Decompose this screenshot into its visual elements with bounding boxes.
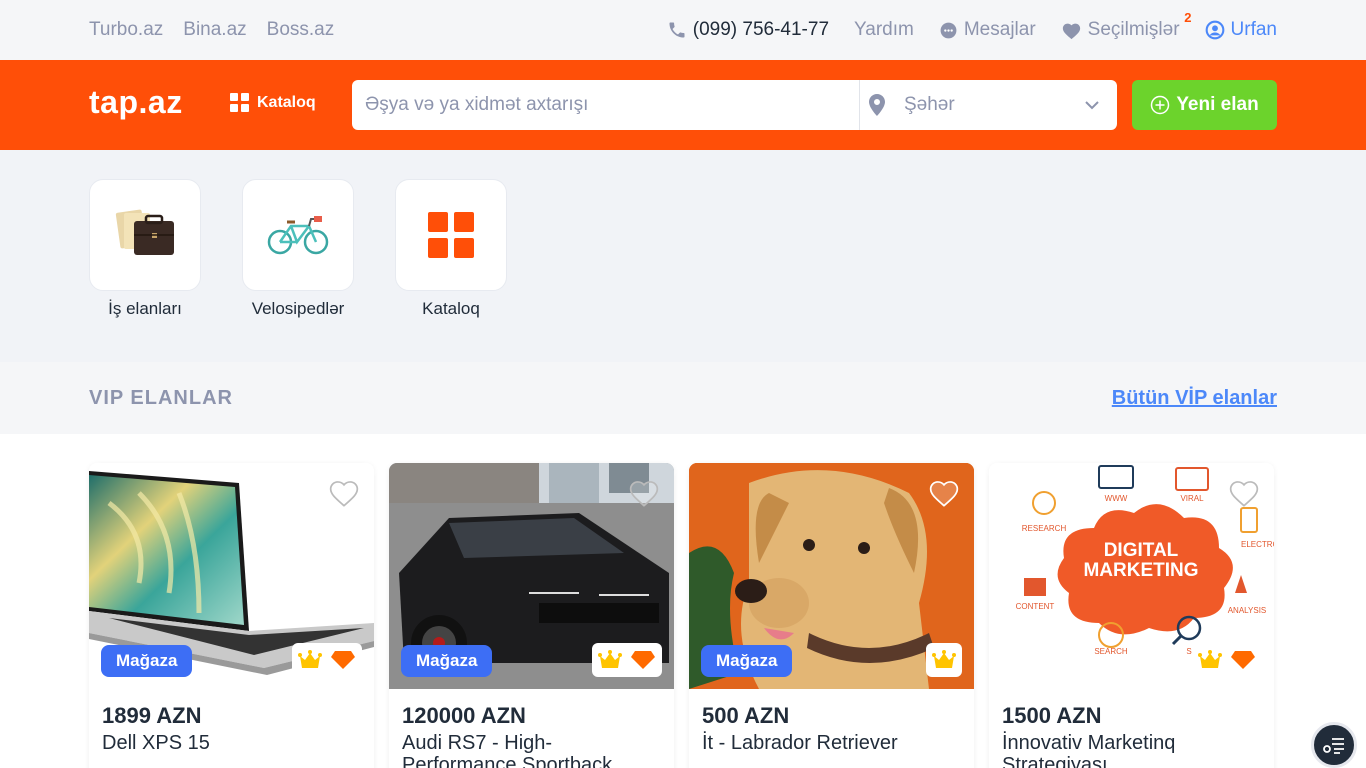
site-logo[interactable]: tap.az [89, 84, 183, 121]
listing-title: İt - Labrador Retriever [702, 732, 898, 754]
vip-listings: Mağaza 1899 AZN Dell XPS 15 Mağaza 12000… [89, 463, 1277, 768]
new-ad-button[interactable]: Yeni elan [1132, 80, 1277, 130]
category-bicycles[interactable]: Velosipedlər [242, 179, 354, 319]
category-label: Kataloq [422, 299, 480, 318]
city-select[interactable]: Şəhər [859, 80, 1117, 130]
favorite-heart-icon[interactable] [328, 478, 360, 508]
vip-title: VIP ELANLAR [89, 387, 233, 409]
shop-badge: Mağaza [101, 645, 193, 677]
vip-marks [592, 643, 662, 677]
link-boss[interactable]: Boss.az [267, 19, 335, 41]
help-label: Yardım [854, 19, 914, 40]
catalog-button[interactable]: Kataloq [230, 93, 316, 112]
filter-list-icon [1323, 738, 1344, 754]
listing-image: Mağaza [89, 463, 374, 689]
main-header: tap.az Kataloq Şəhər Yeni elan [0, 60, 1366, 150]
catalog-grid-icon [428, 212, 474, 258]
listing-image: DIGITAL MARKETING WWW VIRAL RESEARCH ELE… [989, 463, 1274, 689]
favorites-label: Seçilmişlər [1087, 19, 1180, 40]
top-bar: Turbo.az Bina.az Boss.az (099) 756-41-77… [0, 0, 1366, 60]
listing-card[interactable]: Mağaza 1899 AZN Dell XPS 15 [89, 463, 374, 768]
partner-links: Turbo.az Bina.az Boss.az [89, 0, 334, 60]
user-name: Urfan [1230, 19, 1277, 40]
plus-circle-icon [1151, 95, 1170, 115]
briefcase-icon [115, 209, 174, 255]
shop-badge: Mağaza [701, 645, 793, 677]
vip-marks [292, 643, 362, 677]
marketing-label: VIRAL [1180, 494, 1204, 503]
shop-badge: Mağaza [401, 645, 493, 677]
category-tile [89, 179, 201, 291]
listing-image: Mağaza [389, 463, 674, 689]
favorite-heart-icon[interactable] [928, 478, 960, 508]
category-tile [242, 179, 354, 291]
marketing-label: RESEARCH [1022, 524, 1067, 533]
chevron-down-icon [1085, 100, 1099, 109]
vip-section-header: VIP ELANLAR Bütün VİP elanlar [0, 362, 1366, 434]
marketing-label: SEARCH [1094, 647, 1128, 656]
phone-link[interactable]: (099) 756-41-77 [667, 19, 829, 41]
crown-icon [932, 650, 956, 668]
vip-marks [926, 643, 962, 677]
marketing-headline-2: MARKETING [1083, 560, 1198, 581]
new-ad-label: Yeni elan [1176, 94, 1259, 115]
search-input[interactable] [352, 80, 859, 130]
city-placeholder: Şəhər [904, 94, 955, 115]
listing-price: 1899 AZN [102, 703, 202, 728]
favorite-heart-icon[interactable] [628, 478, 660, 508]
search-bar: Şəhər [352, 80, 1117, 130]
filter-fab-button[interactable] [1311, 722, 1357, 768]
listing-card[interactable]: DIGITAL MARKETING WWW VIRAL RESEARCH ELE… [989, 463, 1274, 768]
listing-price: 120000 AZN [402, 703, 526, 728]
favorites-link[interactable]: Seçilmişlər 2 [1061, 10, 1192, 41]
listing-title: Audi RS7 - High-Performance Sportback [402, 732, 613, 768]
marketing-label: WWW [1105, 494, 1128, 503]
vip-marks [1192, 643, 1262, 677]
favorite-heart-icon[interactable] [1228, 478, 1260, 508]
category-tile [395, 179, 507, 291]
marketing-label: ELECTRONIC DEVICES [1241, 540, 1274, 549]
crown-icon [1198, 650, 1222, 668]
listing-card[interactable]: Mağaza 120000 AZN Audi RS7 - High-Perfor… [389, 463, 674, 768]
category-shortcuts: İş elanları Velosipedlər Kataloq [0, 150, 1366, 362]
phone-number: (099) 756-41-77 [692, 19, 830, 40]
help-link[interactable]: Yardım [854, 19, 914, 41]
listing-title: Dell XPS 15 [102, 732, 210, 754]
marketing-label: ANALYSIS [1228, 606, 1267, 615]
phone-icon [669, 22, 685, 38]
user-menu[interactable]: Urfan [1205, 19, 1277, 41]
messages-label: Mesajlar [963, 19, 1036, 40]
category-label: İş elanları [108, 299, 182, 318]
location-pin-icon [869, 94, 885, 116]
diamond-icon [1231, 651, 1255, 669]
listing-price: 1500 AZN [1002, 703, 1102, 728]
user-icon [1205, 20, 1224, 40]
marketing-label: S [1186, 647, 1191, 656]
category-label: Velosipedlər [251, 299, 345, 318]
grid-icon [230, 93, 249, 112]
heart-icon [1062, 23, 1080, 39]
listing-title: İnnovativ Marketinq Strategiyası [1002, 732, 1176, 768]
all-vip-link[interactable]: Bütün VİP elanlar [1112, 387, 1277, 410]
link-turbo[interactable]: Turbo.az [89, 19, 163, 41]
marketing-label: CONTENT [1016, 602, 1055, 611]
link-bina[interactable]: Bina.az [183, 19, 246, 41]
crown-icon [298, 650, 322, 668]
diamond-icon [631, 651, 655, 669]
listing-image: Mağaza [689, 463, 974, 689]
category-jobs[interactable]: İş elanları [89, 179, 201, 319]
marketing-headline-1: DIGITAL [1104, 540, 1179, 561]
listing-price: 500 AZN [702, 703, 790, 728]
listing-card[interactable]: Mağaza 500 AZN İt - Labrador Retriever [689, 463, 974, 768]
top-right-menu: (099) 756-41-77 Yardım Mesajlar Seçilmiş… [667, 0, 1277, 60]
bicycle-icon [267, 216, 329, 255]
catalog-label: Kataloq [257, 93, 316, 111]
messages-link[interactable]: Mesajlar [939, 19, 1036, 41]
diamond-icon [331, 651, 355, 669]
chat-icon [940, 22, 957, 38]
crown-icon [598, 650, 622, 668]
category-catalog[interactable]: Kataloq [395, 179, 507, 319]
favorites-count-badge: 2 [1184, 10, 1192, 25]
